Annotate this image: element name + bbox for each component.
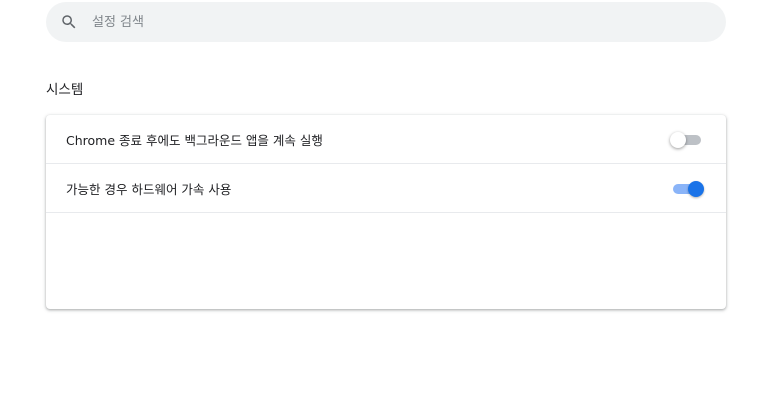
divider <box>46 212 726 213</box>
setting-row-hardware-acceleration[interactable]: 가능한 경우 하드웨어 가속 사용 <box>46 164 726 212</box>
toggle-knob <box>670 132 686 148</box>
search-input[interactable] <box>92 2 692 42</box>
setting-row-background-apps[interactable]: Chrome 종료 후에도 백그라운드 앱을 계속 실행 <box>46 115 726 163</box>
section-title: 시스템 <box>46 82 84 98</box>
settings-page: 시스템 Chrome 종료 후에도 백그라운드 앱을 계속 실행 가능한 경우 … <box>0 0 762 412</box>
background-apps-toggle[interactable] <box>670 132 704 148</box>
hardware-acceleration-toggle[interactable] <box>670 181 704 197</box>
toggle-knob <box>688 181 704 197</box>
search-bar[interactable] <box>46 2 726 42</box>
setting-label: 가능한 경우 하드웨어 가속 사용 <box>66 182 232 197</box>
search-icon <box>62 15 76 29</box>
setting-label: Chrome 종료 후에도 백그라운드 앱을 계속 실행 <box>66 133 323 148</box>
settings-card: Chrome 종료 후에도 백그라운드 앱을 계속 실행 가능한 경우 하드웨어… <box>46 115 726 309</box>
